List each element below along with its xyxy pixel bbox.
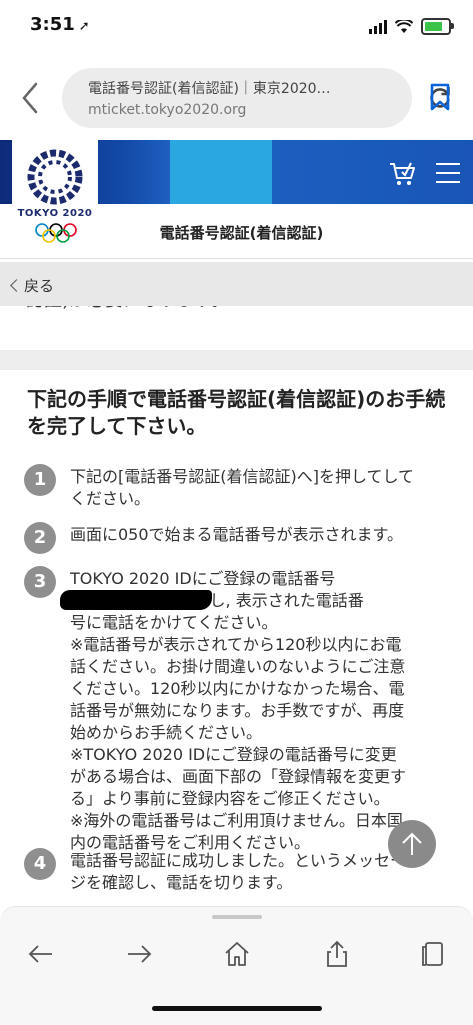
back-link[interactable]: 戻る bbox=[0, 262, 473, 306]
step-line: 号に電話をかけてください。 bbox=[70, 613, 278, 632]
step-number: 1 bbox=[24, 464, 56, 496]
step-line: ※TOKYO 2020 IDにご登録の電話番号に変更 bbox=[70, 745, 397, 764]
step-line: TOKYO 2020 IDにご登録の電話番号 bbox=[70, 569, 336, 588]
share-icon[interactable] bbox=[322, 939, 352, 969]
step-line: 始めからお手続ください。 bbox=[70, 723, 263, 742]
step-line: 下記の[電話番号認証(着信認証)へ]を押してして bbox=[70, 467, 415, 486]
step-line: ください。120秒以内にかけなかった場合、電 bbox=[70, 679, 405, 698]
forward-arrow-icon[interactable] bbox=[124, 939, 154, 969]
back-arrow-icon[interactable] bbox=[26, 939, 56, 969]
url-text: mticket.tokyo2020.org bbox=[88, 102, 247, 118]
status-bar: 3:51 ➚ bbox=[0, 0, 473, 56]
wifi-icon bbox=[395, 19, 413, 33]
browser-back-icon[interactable] bbox=[14, 78, 48, 118]
page-title-text: 電話番号認証(着信認証)｜東京2020… bbox=[88, 81, 331, 97]
step-number: 4 bbox=[24, 848, 56, 880]
step-line: 話ください。お掛け間違いのないようにご注意 bbox=[70, 657, 406, 676]
browser-bar: 電話番号認証(着信認証)｜東京2020… mticket.tokyo2020.o… bbox=[0, 56, 473, 140]
location-arrow-icon: ➚ bbox=[78, 19, 90, 34]
back-label: 戻る bbox=[24, 277, 55, 295]
scroll-to-top-button[interactable] bbox=[388, 820, 436, 868]
step-text: 下記の[電話番号認証(着信認証)へ]を押してして ください。 bbox=[70, 466, 458, 510]
home-icon[interactable] bbox=[222, 939, 252, 969]
step-text: TOKYO 2020 IDにご登録の電話番号 を使用し, 表示された電話番 号に… bbox=[70, 568, 458, 854]
instructions-heading: 下記の手順で電話番号認証(着信認証)のお手続 を完了して下さい。 bbox=[27, 386, 457, 440]
time-text: 3:51 bbox=[30, 14, 75, 35]
step-line: ください。 bbox=[70, 489, 151, 508]
page-heading: 電話番号認証(着信認証) bbox=[159, 224, 324, 242]
cart-icon[interactable] bbox=[388, 158, 416, 188]
step-line: る」より事前に登録内容をご修正ください。 bbox=[70, 789, 390, 808]
step-line: 話番号が無効になります。お手数ですが、再度 bbox=[70, 701, 405, 720]
chevron-left-icon bbox=[10, 279, 23, 292]
bookmark-icon[interactable] bbox=[428, 82, 452, 112]
battery-charging-icon bbox=[421, 18, 454, 35]
step-line: がある場合は、画面下部の「登録情報を変更す bbox=[70, 767, 407, 786]
step-number: 2 bbox=[24, 522, 56, 554]
step-line: 画面に050で始まる電話番号が表示されます。 bbox=[70, 525, 403, 544]
address-bar[interactable]: 電話番号認証(着信認証)｜東京2020… mticket.tokyo2020.o… bbox=[62, 68, 450, 128]
step-number: 3 bbox=[24, 566, 56, 598]
heading-line-2: を完了して下さい。 bbox=[27, 414, 207, 438]
logo-text: TOKYO 2020 bbox=[17, 208, 93, 219]
emblem-icon bbox=[27, 149, 83, 205]
status-time: 3:51 ➚ bbox=[30, 14, 90, 35]
step-text: 画面に050で始まる電話番号が表示されます。 bbox=[70, 524, 458, 546]
home-indicator bbox=[152, 1006, 322, 1011]
status-icons bbox=[369, 18, 454, 35]
step-line: ※電話番号が表示されてから120秒以内にお電 bbox=[70, 635, 402, 654]
drag-handle[interactable] bbox=[212, 915, 262, 919]
step-line: ジを確認し、電話を切ります。 bbox=[70, 873, 293, 892]
heading-line-1: 下記の手順で電話番号認証(着信認証)のお手続 bbox=[27, 387, 446, 411]
tabs-icon[interactable] bbox=[418, 939, 448, 969]
cellular-signal-icon bbox=[369, 19, 387, 34]
arrow-up-icon bbox=[402, 832, 422, 855]
redacted-phone-number bbox=[60, 590, 212, 610]
section-separator bbox=[0, 350, 473, 370]
divider bbox=[0, 258, 473, 259]
hamburger-menu-icon[interactable] bbox=[436, 163, 460, 183]
